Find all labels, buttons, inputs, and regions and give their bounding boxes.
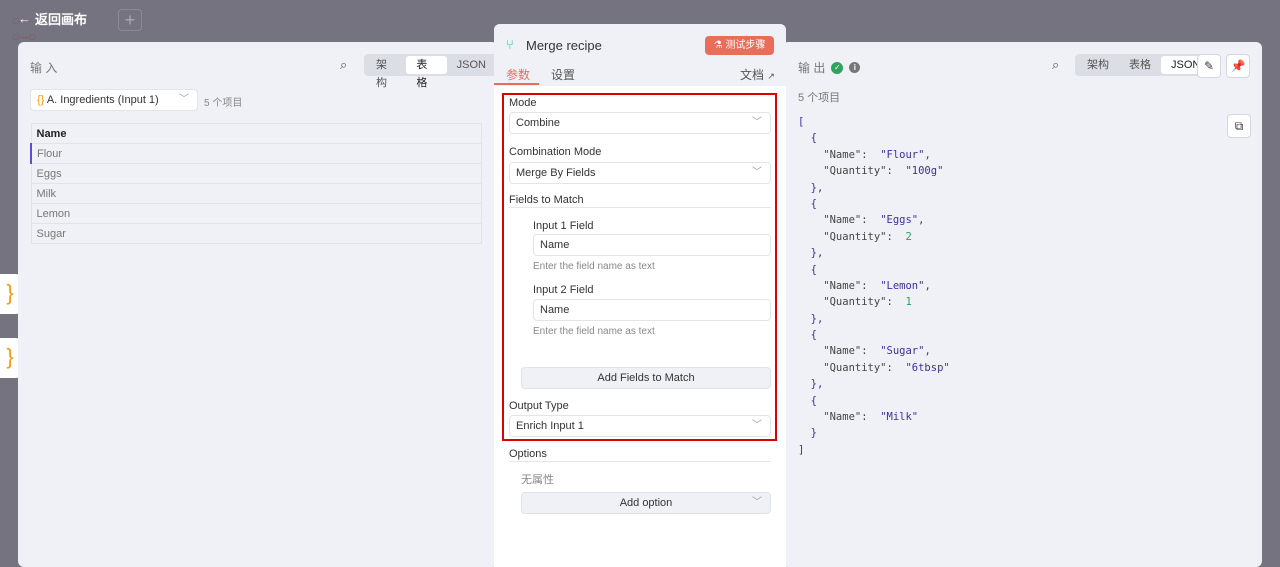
json-line: { — [798, 394, 817, 407]
json-line: "Name": "Sugar", — [798, 345, 931, 358]
input-panel: 输 入 ⌕ 架构 表格 JSON {} A. Ingredients (Inpu… — [18, 42, 498, 567]
chevron-down-icon: ﹀ — [752, 167, 762, 178]
json-line: "Quantity": 2 — [798, 230, 912, 243]
edit-pencil-icon[interactable]: ✎ — [1197, 54, 1221, 78]
input1-hint: Enter the field name as text — [533, 261, 655, 272]
json-viewer: [ { "Name": "Flour", "Quantity": "100g" … — [798, 114, 950, 458]
table-row: Milk — [30, 183, 482, 204]
mode-select[interactable]: Combine ﹀ — [509, 112, 771, 134]
success-check-icon: ✓ — [831, 61, 844, 74]
json-line: { — [798, 197, 817, 210]
output-view-toggle: 架构 表格 JSON — [1075, 54, 1213, 76]
json-line: { — [798, 263, 817, 276]
view-schema[interactable]: 架构 — [1077, 56, 1119, 74]
json-line: }, — [798, 247, 824, 260]
output-title: 输 出 — [798, 61, 826, 75]
input-source-select[interactable]: {} A. Ingredients (Input 1) ﹀ — [30, 89, 198, 111]
node-settings-panel: ⑂ Merge recipe ⚗ 测试步骤 参数 设置 文档 ↗ Mode Co… — [494, 24, 786, 567]
search-icon[interactable]: ⌕ — [1052, 57, 1059, 73]
output-type-label: Output Type — [509, 400, 569, 412]
chevron-down-icon: ﹀ — [752, 497, 762, 508]
flask-icon: ⚗ — [713, 40, 723, 51]
search-icon[interactable]: ⌕ — [340, 57, 347, 73]
view-table[interactable]: 表格 — [1119, 56, 1161, 74]
input-table: Name Flour Eggs Milk Lemon Sugar — [30, 123, 482, 244]
json-line: "Quantity": "6tbsp" — [798, 361, 950, 374]
add-option-button[interactable]: Add option ﹀ — [521, 492, 771, 514]
no-properties-text: 无属性 — [521, 474, 554, 486]
docs-link[interactable]: 文档 ↗ — [740, 66, 775, 83]
tab-parameters[interactable]: 参数 — [506, 66, 530, 83]
table-row: Lemon — [30, 203, 482, 224]
merge-node-icon: ⑂ — [506, 37, 514, 52]
combination-mode-label: Combination Mode — [509, 146, 602, 158]
tab-settings[interactable]: 设置 — [551, 66, 575, 83]
chevron-down-icon: ﹀ — [179, 94, 189, 105]
input2-field-label: Input 2 Field — [533, 284, 594, 296]
output-item-count: 5 个项目 — [798, 92, 841, 104]
json-line: ] — [798, 443, 805, 456]
output-panel: 输 出 ✓ i ⌕ 架构 表格 JSON ✎ 📌 5 个项目 ⧉ [ { "Na… — [782, 42, 1262, 567]
table-row: Eggs — [30, 163, 482, 184]
table-row: Sugar — [30, 223, 482, 244]
column-header: Name — [30, 123, 482, 144]
test-step-button[interactable]: ⚗ 测试步骤 — [705, 36, 774, 55]
json-line: [ — [798, 116, 805, 128]
pin-icon[interactable]: 📌 — [1226, 54, 1250, 78]
input-item-count: 5 个项目 — [204, 98, 243, 109]
view-schema[interactable]: 架构 — [366, 56, 406, 89]
json-line: { — [798, 132, 817, 145]
combination-mode-select[interactable]: Merge By Fields ﹀ — [509, 162, 771, 184]
input2-hint: Enter the field name as text — [533, 326, 655, 337]
info-icon[interactable]: i — [849, 62, 861, 73]
node-brace-icon[interactable]: } — [0, 274, 20, 314]
output-type-select[interactable]: Enrich Input 1 ﹀ — [509, 415, 771, 437]
json-line: } — [798, 427, 817, 440]
input1-field-input[interactable]: Name — [533, 234, 771, 256]
input2-field-input[interactable]: Name — [533, 299, 771, 321]
external-link-icon: ↗ — [767, 71, 775, 81]
arrow-left-icon: ← — [18, 11, 31, 26]
json-line: }, — [798, 378, 824, 391]
json-line: { — [798, 329, 817, 342]
json-line: "Name": "Flour", — [798, 148, 931, 161]
node-title: Merge recipe — [526, 38, 602, 53]
add-node-button[interactable]: + — [118, 9, 142, 31]
table-row: Flour — [30, 143, 482, 164]
json-line: }, — [798, 181, 824, 194]
back-to-canvas-button[interactable]: ← 返回画布 — [18, 9, 87, 28]
chevron-down-icon: ﹀ — [752, 117, 762, 128]
add-fields-to-match-button[interactable]: Add Fields to Match — [521, 367, 771, 389]
json-line: "Quantity": 1 — [798, 296, 912, 309]
view-table[interactable]: 表格 — [406, 56, 447, 89]
json-line: "Name": "Eggs", — [798, 214, 925, 227]
json-line: }, — [798, 312, 824, 325]
view-json[interactable]: JSON — [447, 56, 496, 74]
mode-label: Mode — [509, 97, 537, 109]
fields-to-match-label: Fields to Match — [509, 194, 584, 206]
input1-field-label: Input 1 Field — [533, 220, 594, 232]
options-label: Options — [509, 448, 547, 460]
json-line: "Quantity": "100g" — [798, 165, 944, 178]
braces-icon: {} — [37, 94, 45, 106]
node-brace-icon[interactable]: } — [0, 338, 20, 378]
json-line: "Name": "Lemon", — [798, 279, 931, 292]
input-title: 输 入 — [30, 61, 58, 75]
input-view-toggle: 架构 表格 JSON — [364, 54, 498, 89]
json-line: "Name": "Milk" — [798, 411, 919, 424]
copy-icon[interactable]: ⧉ — [1227, 114, 1251, 138]
chevron-down-icon: ﹀ — [752, 420, 762, 431]
